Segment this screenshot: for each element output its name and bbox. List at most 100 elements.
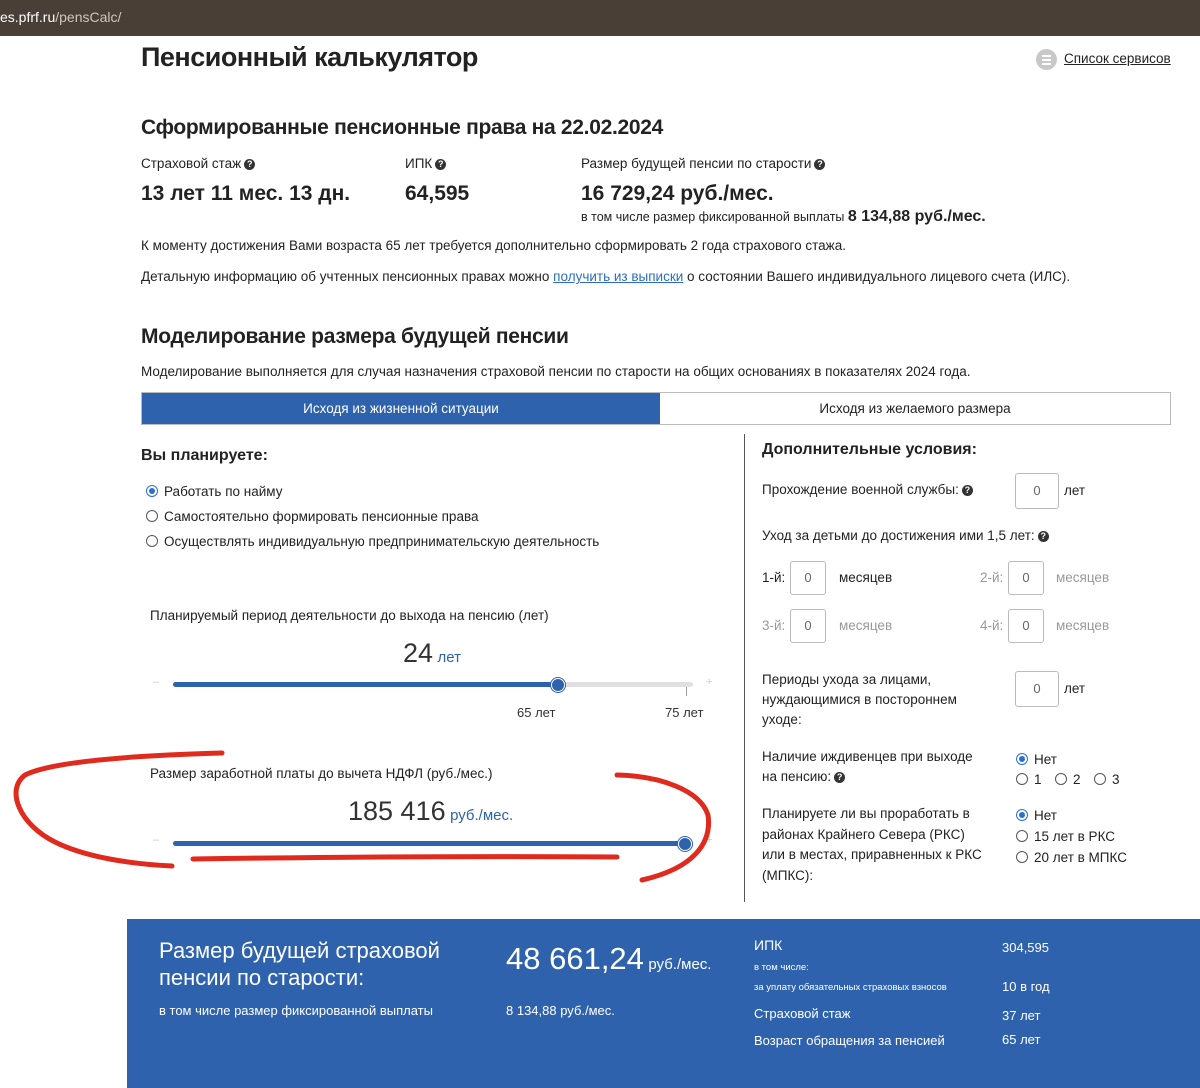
page-title: Пенсионный калькулятор: [141, 42, 478, 72]
north-label-line: Планируете ли вы проработать в: [762, 806, 970, 821]
dependents-option-label: Нет: [1034, 752, 1057, 767]
menu-list-icon[interactable]: [1036, 49, 1057, 70]
dependents-option-none[interactable]: Нет: [1016, 752, 1057, 767]
salary-plus-icon[interactable]: +: [706, 834, 712, 846]
salary-slider[interactable]: [173, 837, 692, 853]
north-option-label: 15 лет в РКС: [1034, 829, 1116, 844]
north-option-mpks[interactable]: 20 лет в МПКС: [1016, 850, 1127, 865]
extract-link[interactable]: получить из выписки: [553, 269, 683, 284]
result-contrib-value: 10 в год: [1002, 979, 1050, 994]
radio-selected-icon[interactable]: [146, 485, 158, 497]
salary-track-fill: [173, 841, 685, 846]
url-path: /pensCalc/: [55, 9, 122, 25]
tab-desired-amount[interactable]: Исходя из желаемого размера: [660, 393, 1170, 424]
fixed-payment-line: в том числе размер фиксированной выплаты…: [581, 208, 986, 226]
period-minus-icon[interactable]: –: [153, 676, 159, 688]
dependents-option-2[interactable]: 2: [1055, 772, 1081, 787]
result-amount: 48 661,24: [506, 941, 644, 976]
result-fixed-label: в том числе размер фиксированной выплаты: [159, 1003, 433, 1018]
period-slider[interactable]: [173, 678, 693, 696]
north-option-label: 20 лет в МПКС: [1034, 850, 1127, 865]
radio-icon[interactable]: [1016, 830, 1028, 842]
services-list-link[interactable]: Список сервисов: [1064, 51, 1171, 66]
help-icon[interactable]: ?: [1037, 531, 1049, 542]
plan-option-self[interactable]: Самостоятельно формировать пенсионные пр…: [146, 509, 478, 524]
child1-input[interactable]: 0: [790, 561, 826, 595]
child2-label: 2-й:: [980, 570, 1004, 585]
plan-option-employed[interactable]: Работать по найму: [146, 484, 282, 499]
url-host: es.pfrf.ru: [0, 9, 56, 25]
salary-slider-handle[interactable]: [678, 837, 692, 851]
salary-display: 185 416 руб./мес.: [348, 796, 513, 827]
child3-label: 3-й:: [762, 618, 786, 633]
radio-icon[interactable]: [146, 510, 158, 522]
result-amount-wrap: 48 661,24 руб./мес.: [506, 941, 711, 977]
note-extract-before: Детальную информацию об учтенных пенсион…: [141, 269, 550, 284]
ipk-label: ИПК: [405, 156, 433, 171]
north-label-line: или в местах, приравненных к РКС: [762, 847, 982, 862]
annotation-loop-right: [614, 772, 712, 883]
result-stazh-value: 37 лет: [1002, 1008, 1041, 1023]
plan-title: Вы планируете:: [141, 447, 268, 464]
result-contrib-label: за уплату обязательных страховых взносов: [754, 982, 947, 993]
period-slider-handle[interactable]: [551, 678, 565, 692]
military-label: Прохождение военной службы:: [762, 482, 959, 497]
period-plus-icon[interactable]: +: [706, 676, 712, 688]
result-ipk-label: ИПК: [754, 937, 783, 953]
result-age-value: 65 лет: [1002, 1032, 1041, 1047]
childcare-label-wrap: Уход за детьми до достижения ими 1,5 лет…: [762, 528, 1049, 543]
radio-icon[interactable]: [1094, 773, 1106, 785]
result-title: Размер будущей страховой пенсии по старос…: [159, 937, 440, 991]
note-extract-after: о состоянии Вашего индивидуального лицев…: [687, 269, 1071, 284]
period-label: Планируемый период деятельности до выход…: [150, 608, 549, 623]
plan-option-entrepreneur[interactable]: Осуществлять индивидуальную предпринимат…: [146, 534, 599, 549]
url-text[interactable]: es.pfrf.ru/pensCalc/: [0, 9, 121, 25]
salary-minus-icon[interactable]: –: [153, 834, 159, 846]
help-icon[interactable]: ?: [814, 159, 826, 170]
result-fixed-value: 8 134,88 руб./мес.: [506, 1003, 615, 1018]
tab-life-situation[interactable]: Исходя из жизненной ситуации: [142, 393, 660, 424]
radio-icon[interactable]: [1016, 773, 1028, 785]
north-option-rks[interactable]: 15 лет в РКС: [1016, 829, 1115, 844]
child3-input[interactable]: 0: [790, 609, 826, 643]
period-display: 24 лет: [403, 638, 461, 669]
child1-label: 1-й:: [762, 570, 786, 585]
result-summary-panel: Размер будущей страховой пенсии по старос…: [127, 919, 1200, 1088]
dependents-option-3[interactable]: 3: [1094, 772, 1120, 787]
dependents-label-line-wrap: на пенсию:?: [762, 767, 973, 787]
care-input[interactable]: 0: [1015, 671, 1059, 707]
child2-input[interactable]: 0: [1008, 561, 1044, 595]
help-icon[interactable]: ?: [435, 159, 447, 170]
help-icon[interactable]: ?: [244, 159, 256, 170]
child1-unit: месяцев: [839, 570, 893, 585]
salary-unit: руб./мес.: [450, 807, 514, 824]
military-label-wrap: Прохождение военной службы:?: [762, 482, 973, 497]
help-icon[interactable]: ?: [834, 772, 846, 783]
military-input[interactable]: 0: [1015, 473, 1059, 509]
annotation-underline: [190, 854, 620, 862]
plan-option-label: Работать по найму: [164, 484, 283, 499]
dependents-option-1[interactable]: 1: [1016, 772, 1042, 787]
note-stazh: К моменту достижения Вами возраста 65 ле…: [141, 238, 846, 253]
radio-selected-icon[interactable]: [1016, 753, 1028, 765]
browser-address-bar[interactable]: [0, 0, 1200, 36]
extra-title: Дополнительные условия:: [762, 441, 977, 458]
north-option-label: Нет: [1034, 808, 1057, 823]
north-option-none[interactable]: Нет: [1016, 808, 1057, 823]
result-incl-label: в том числе:: [754, 962, 809, 973]
result-ipk-value: 304,595: [1002, 940, 1049, 955]
rights-title: Сформированные пенсионные права на 22.02…: [141, 116, 664, 139]
north-label: Планируете ли вы проработать в районах Кр…: [762, 804, 982, 886]
radio-icon[interactable]: [146, 535, 158, 547]
plan-option-label: Осуществлять индивидуальную предпринимат…: [164, 534, 600, 549]
period-value: 24: [403, 638, 434, 668]
period-mark-65: 65 лет: [517, 705, 556, 720]
dependents-label-line: на пенсию:: [762, 769, 832, 784]
dependents-option-label: 2: [1073, 772, 1081, 787]
radio-icon[interactable]: [1016, 851, 1028, 863]
radio-selected-icon[interactable]: [1016, 809, 1028, 821]
childcare-label: Уход за детьми до достижения ими 1,5 лет…: [762, 528, 1035, 543]
help-icon[interactable]: ?: [961, 485, 973, 496]
child4-input[interactable]: 0: [1008, 609, 1044, 643]
radio-icon[interactable]: [1055, 773, 1067, 785]
